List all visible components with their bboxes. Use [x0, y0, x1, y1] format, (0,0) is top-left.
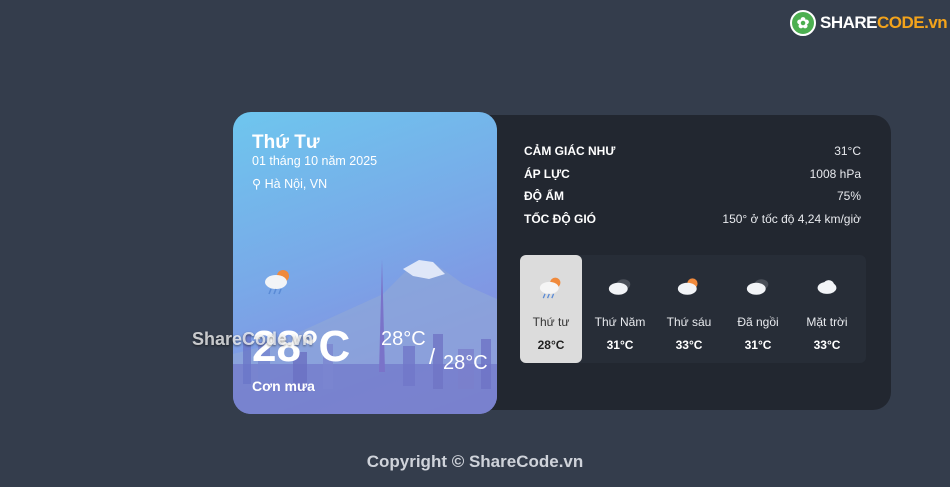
forecast-day-label: Thứ sáu [666, 315, 712, 329]
detail-row-feels-like: CẢM GIÁC NHƯ 31°C [524, 144, 861, 158]
copyright-text: Copyright © ShareCode.vn [366, 452, 584, 471]
forecast-day-3[interactable]: Đã ngồi 31°C [727, 255, 789, 363]
forecast-day-label: Thứ tư [532, 315, 570, 329]
forecast-day-label: Đã ngồi [737, 315, 779, 329]
location-pin-icon: ⚲ [252, 177, 262, 191]
dark-cloud-icon [589, 275, 651, 299]
logo-mark-icon: ✿ [790, 10, 816, 36]
logo-text: SHARECODE.vn [820, 13, 948, 32]
sun-cloud-icon [658, 275, 720, 299]
forecast-temp: 31°C [606, 338, 634, 352]
low-temperature: 28°C [443, 352, 488, 374]
forecast-temp: 33°C [675, 338, 703, 352]
current-date: 01 tháng 10 năm 2025 [252, 154, 378, 168]
location-text: Hà Nội, VN [264, 177, 328, 191]
detail-row-wind: TỐC ĐỘ GIÓ 150° ở tốc độ 4,24 km/giờ [524, 211, 861, 226]
forecast-temp: 28°C [537, 338, 565, 352]
watermark: ShareCode.vn [192, 329, 314, 349]
temperature-separator: / [429, 344, 436, 369]
sharecode-logo[interactable]: ✿ SHARECODE.vn [790, 10, 948, 36]
detail-row-humidity: ĐỘ ẨM 75% [524, 189, 861, 203]
location: ⚲ Hà Nội, VN [252, 176, 327, 191]
weather-details-list: CẢM GIÁC NHƯ 31°C ÁP LỰC 1008 hPa ĐỘ ẨM 75%… [524, 144, 861, 234]
current-day: Thứ Tư [252, 132, 320, 153]
forecast-temp: 33°C [813, 338, 841, 352]
forecast-day-2[interactable]: Thứ sáu 33°C [658, 255, 720, 363]
forecast-day-4[interactable]: Mặt trời 33°C [796, 255, 858, 363]
forecast-strip: Thứ tư 28°C Thứ Năm 31°C Thứ sáu 33°C Đã… [520, 255, 866, 363]
forecast-temp: 31°C [744, 338, 772, 352]
dark-cloud-icon [727, 275, 789, 299]
cloud-icon [796, 275, 858, 299]
weather-description: Cơn mưa [252, 378, 315, 394]
forecast-day-0[interactable]: Thứ tư 28°C [520, 255, 582, 363]
rain-cloud-sun-icon [520, 275, 582, 299]
rain-cloud-sun-icon [263, 267, 293, 300]
current-weather-card: Thứ Tư 01 tháng 10 năm 2025 ⚲ Hà Nội, VN… [233, 112, 497, 414]
forecast-day-1[interactable]: Thứ Năm 31°C [589, 255, 651, 363]
detail-row-pressure: ÁP LỰC 1008 hPa [524, 166, 861, 181]
high-temperature: 28°C [381, 328, 426, 350]
forecast-day-label: Mặt trời [806, 315, 848, 329]
forecast-day-label: Thứ Năm [594, 315, 646, 329]
